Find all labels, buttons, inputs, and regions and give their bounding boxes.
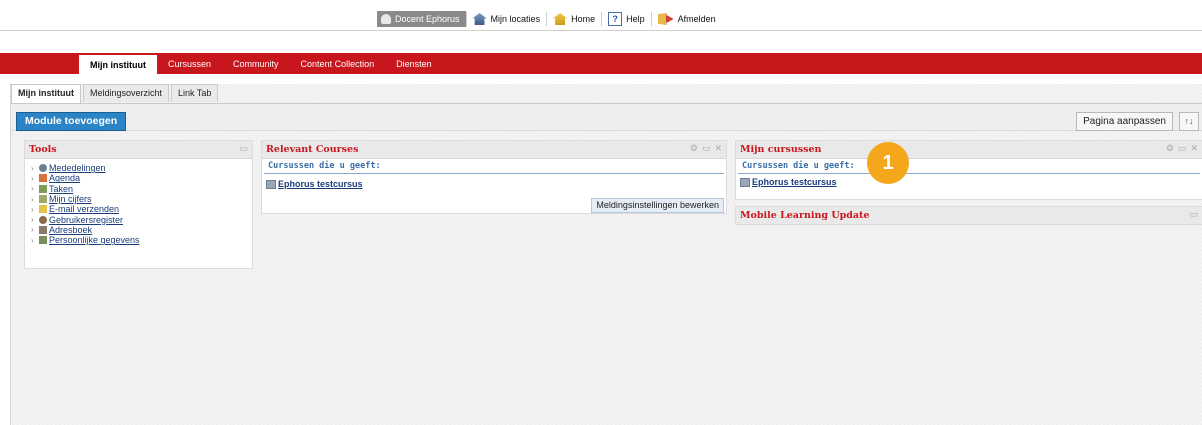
course-icon	[740, 177, 750, 187]
module-title: Tools	[29, 144, 57, 155]
calendar-icon	[39, 174, 47, 183]
module-header: Tools ▭	[25, 141, 252, 159]
user-name: Docent Ephorus	[395, 14, 460, 24]
tab-community[interactable]: Community	[222, 53, 290, 74]
content-area: Mijn instituut Meldingsoverzicht Link Ta…	[10, 84, 1202, 425]
notification-settings-button[interactable]: Meldingsinstellingen bewerken	[591, 198, 724, 213]
sub-tabs: Mijn instituut Meldingsoverzicht Link Ta…	[11, 84, 220, 104]
main-tab-bar: Mijn instituut Cursussen Community Conte…	[0, 53, 1202, 74]
section-subheading: Cursussen die u geeft:	[738, 159, 1200, 174]
logout-link[interactable]: Afmelden	[650, 12, 722, 26]
address-book-icon	[39, 225, 47, 234]
user-icon	[381, 14, 391, 24]
module-title: Mijn cursussen	[740, 144, 822, 155]
close-icon[interactable]: ✕	[1190, 143, 1198, 154]
announcement-icon	[39, 164, 47, 173]
subtab-mijn-instituut[interactable]: Mijn instituut	[11, 84, 81, 104]
my-locations-link[interactable]: Mijn locaties	[465, 12, 547, 26]
relevant-courses-module: Relevant Courses ⚙ ▭ ✕ Cursussen die u g…	[261, 140, 727, 214]
logout-icon	[657, 13, 674, 25]
list-item: › Taken	[31, 183, 74, 194]
course-icon	[266, 179, 276, 189]
step-number-badge: 1	[867, 142, 909, 184]
reorder-button[interactable]: ↑↓	[1179, 112, 1199, 131]
list-item: › E-mail verzenden	[31, 204, 120, 215]
user-directory-icon	[39, 215, 47, 224]
section-subheading: Cursussen die u geeft:	[264, 159, 724, 174]
tools-module: Tools ▭ › Mededelingen › Agenda › Taken › Mi…	[24, 140, 253, 269]
location-icon	[472, 13, 487, 25]
tab-content-collection[interactable]: Content Collection	[290, 53, 386, 74]
minimize-icon[interactable]: ▭	[1178, 143, 1187, 154]
subtab-link-tab[interactable]: Link Tab	[171, 84, 219, 102]
course-link[interactable]: Ephorus testcursus	[262, 174, 726, 189]
list-item: › Gebruikersregister	[31, 214, 124, 225]
tab-mijn-instituut[interactable]: Mijn instituut	[79, 55, 157, 74]
personal-info-icon	[39, 236, 47, 245]
settings-icon[interactable]: ⚙	[690, 143, 698, 154]
module-header: Relevant Courses ⚙ ▭ ✕	[262, 141, 726, 159]
top-nav: Docent Ephorus Mijn locaties Home ? Help…	[377, 11, 722, 27]
email-icon	[39, 205, 47, 214]
tab-cursussen[interactable]: Cursussen	[157, 53, 222, 74]
module-header: Mobile Learning Update ▭	[736, 207, 1202, 225]
list-item: › Adresboek	[31, 224, 93, 235]
my-courses-module: Mijn cursussen ⚙ ▭ ✕ Cursussen die u gee…	[735, 140, 1202, 200]
module-title: Mobile Learning Update	[740, 210, 870, 221]
user-menu[interactable]: Docent Ephorus	[377, 11, 466, 27]
home-link[interactable]: Home	[546, 12, 601, 26]
tab-diensten[interactable]: Diensten	[385, 53, 443, 74]
list-item: › Persoonlijke gegevens	[31, 235, 140, 246]
module-title: Relevant Courses	[266, 144, 359, 155]
minimize-icon[interactable]: ▭	[702, 143, 711, 154]
main-tabs: Mijn instituut Cursussen Community Conte…	[79, 53, 443, 74]
list-item: › Mededelingen	[31, 163, 106, 174]
grades-icon	[39, 195, 47, 204]
mobile-learning-module: Mobile Learning Update ▭	[735, 206, 1202, 225]
home-icon	[553, 13, 568, 25]
module-header: Mijn cursussen ⚙ ▭ ✕	[736, 141, 1202, 159]
add-module-button[interactable]: Module toevoegen	[16, 112, 127, 131]
help-link[interactable]: ? Help	[601, 12, 651, 26]
list-item: › Agenda	[31, 173, 81, 184]
minimize-icon[interactable]: ▭	[1189, 209, 1198, 220]
page-toolbar: Module toevoegen Pagina aanpassen ↑↓	[11, 103, 1202, 131]
top-utility-bar: Docent Ephorus Mijn locaties Home ? Help…	[0, 0, 1202, 31]
customize-page-button[interactable]: Pagina aanpassen	[1076, 112, 1173, 131]
subtab-meldingsoverzicht[interactable]: Meldingsoverzicht	[83, 84, 170, 102]
tools-list: › Mededelingen › Agenda › Taken › Mijn cijfe…	[25, 159, 252, 249]
list-item: › Mijn cijfers	[31, 194, 92, 205]
settings-icon[interactable]: ⚙	[1166, 143, 1174, 154]
help-icon: ?	[608, 12, 623, 26]
minimize-icon[interactable]: ▭	[239, 143, 248, 154]
close-icon[interactable]: ✕	[714, 143, 722, 154]
course-link[interactable]: Ephorus testcursus	[736, 174, 1202, 187]
tasks-icon	[39, 184, 47, 193]
